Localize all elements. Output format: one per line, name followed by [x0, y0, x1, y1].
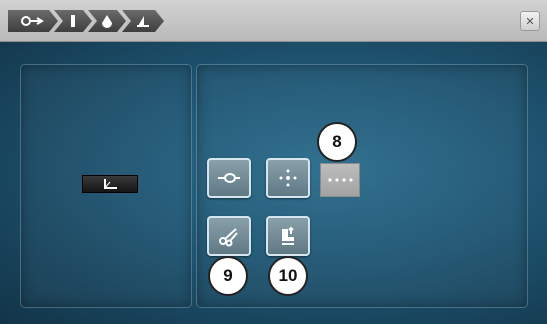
breadcrumb-item-bobbin[interactable] [88, 10, 126, 32]
presser-foot-icon [66, 14, 80, 28]
presser-foot-lift-icon [282, 226, 294, 245]
thread-cutter-button[interactable] [207, 216, 251, 256]
title-bar: ✕ [0, 0, 547, 42]
securing-stitch-button[interactable] [207, 158, 251, 198]
stitch-dots-icon [328, 178, 353, 182]
callout-8: 8 [317, 122, 357, 162]
stitch-length-icon [104, 179, 117, 189]
scissors-icon [219, 228, 238, 247]
callout-9: 9 [208, 256, 248, 296]
stitch-dots-button[interactable] [320, 163, 360, 197]
close-button[interactable]: ✕ [520, 11, 540, 31]
presser-foot-lift-button[interactable] [266, 216, 310, 256]
breadcrumb [8, 10, 160, 32]
breadcrumb-item-thread[interactable] [8, 10, 58, 32]
stitch-indicator [82, 175, 138, 193]
breadcrumb-item-stitch[interactable] [122, 10, 164, 32]
needle-position-button[interactable] [266, 158, 310, 198]
thread-cutter-icon [20, 14, 46, 28]
breadcrumb-item-foot[interactable] [54, 10, 92, 32]
needle-position-icon [279, 169, 297, 187]
bobbin-icon [99, 14, 115, 28]
callout-10: 10 [268, 256, 308, 296]
stitch-width-icon [135, 14, 151, 28]
close-icon: ✕ [525, 14, 535, 28]
securing-stitch-icon [218, 173, 240, 183]
